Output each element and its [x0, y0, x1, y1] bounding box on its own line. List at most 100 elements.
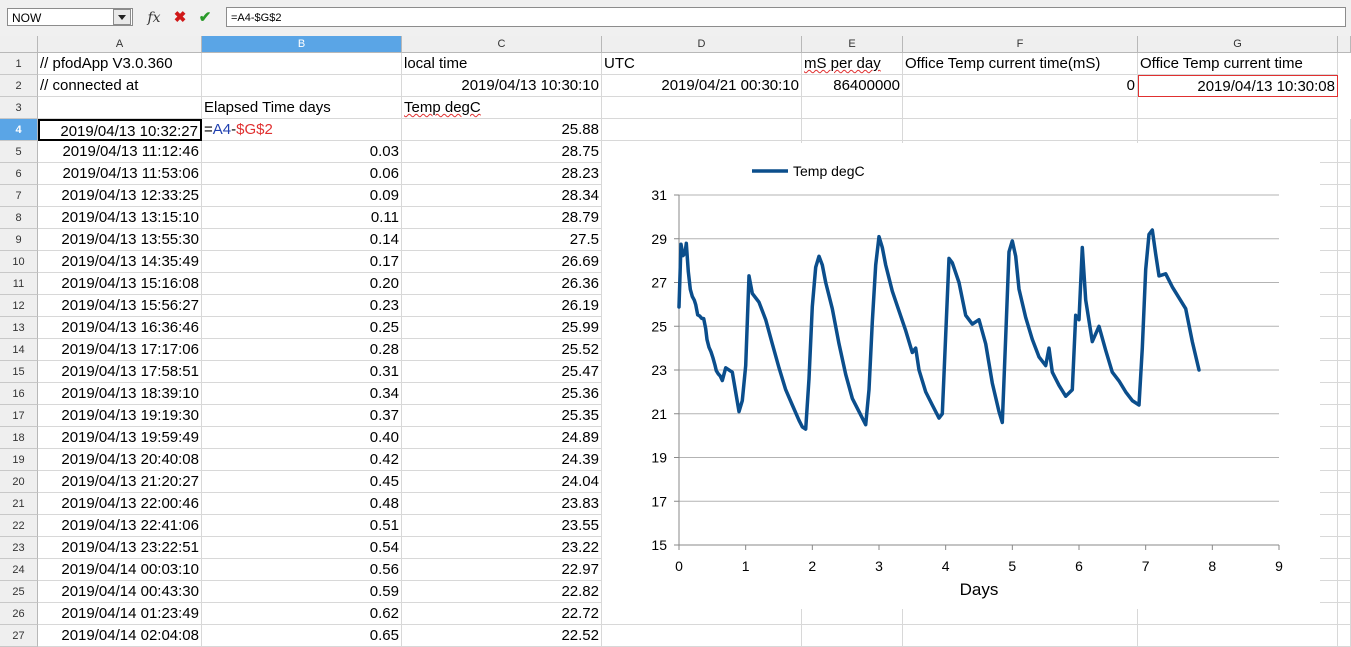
cell-b-elapsed[interactable]: 0.54 [202, 537, 402, 559]
cell-a1[interactable]: // pfodApp V3.0.360 [38, 53, 202, 75]
empty-cell[interactable] [1338, 625, 1351, 647]
cell-a-timestamp[interactable]: 2019/04/14 02:04:08 [38, 625, 202, 647]
empty-cell[interactable] [1338, 295, 1351, 317]
empty-cell[interactable] [1338, 229, 1351, 251]
cell-c-temp[interactable]: 23.55 [402, 515, 602, 537]
empty-cell[interactable] [802, 625, 903, 647]
row-header[interactable]: 9 [0, 229, 38, 251]
cell-c-temp[interactable]: 24.04 [402, 471, 602, 493]
cell-a-timestamp[interactable]: 2019/04/13 10:32:27 [38, 119, 202, 141]
row-header[interactable]: 2 [0, 75, 38, 97]
empty-cell[interactable] [1338, 361, 1351, 383]
row-header[interactable]: 25 [0, 581, 38, 603]
fx-icon[interactable]: fx [144, 8, 164, 28]
cell-b-elapsed[interactable]: 0.14 [202, 229, 402, 251]
cell-a-timestamp[interactable]: 2019/04/13 16:36:46 [38, 317, 202, 339]
column-header-g[interactable]: G [1138, 36, 1338, 53]
empty-cell[interactable] [1338, 119, 1351, 141]
cell-b-elapsed[interactable]: 0.20 [202, 273, 402, 295]
empty-cell[interactable] [802, 119, 903, 141]
row-header[interactable]: 6 [0, 163, 38, 185]
cell-b-elapsed[interactable]: 0.51 [202, 515, 402, 537]
cell-d2[interactable]: 2019/04/21 00:30:10 [602, 75, 802, 97]
cell-c2[interactable]: 2019/04/13 10:30:10 [402, 75, 602, 97]
empty-cell[interactable] [903, 625, 1138, 647]
column-header-a[interactable]: A [38, 36, 202, 53]
cancel-icon[interactable]: ✖ [170, 8, 190, 28]
empty-cell[interactable] [602, 625, 802, 647]
cell-a-timestamp[interactable]: 2019/04/13 11:53:06 [38, 163, 202, 185]
cell-b-elapsed[interactable]: 0.06 [202, 163, 402, 185]
cell-b4-editing[interactable]: =A4-$G$2 [202, 119, 402, 141]
row-header[interactable]: 5 [0, 141, 38, 163]
cell-c-temp[interactable]: 25.35 [402, 405, 602, 427]
cell-e1[interactable]: mS per day [802, 53, 903, 75]
cell-c-temp[interactable]: 25.99 [402, 317, 602, 339]
cell-b-elapsed[interactable]: 0.40 [202, 427, 402, 449]
row-header[interactable]: 11 [0, 273, 38, 295]
column-header-f[interactable]: F [903, 36, 1138, 53]
cell-c-temp[interactable]: 26.36 [402, 273, 602, 295]
select-all-corner[interactable] [0, 36, 38, 53]
cell-g1[interactable]: Office Temp current time [1138, 53, 1338, 75]
cell-c-temp[interactable]: 22.97 [402, 559, 602, 581]
cell-b-elapsed[interactable]: 0.34 [202, 383, 402, 405]
row-header[interactable]: 3 [0, 97, 38, 119]
empty-cell[interactable] [1338, 603, 1351, 625]
cell-c-temp[interactable]: 22.52 [402, 625, 602, 647]
cell-a-timestamp[interactable]: 2019/04/13 22:00:46 [38, 493, 202, 515]
cell-c-temp[interactable]: 22.72 [402, 603, 602, 625]
column-header-c[interactable]: C [402, 36, 602, 53]
empty-cell[interactable] [1338, 559, 1351, 581]
cell-b-elapsed[interactable]: 0.65 [202, 625, 402, 647]
temperature-chart[interactable]: 1517192123252729310 1 2 3 4 5 6 7 8 9DaysTemp deg… [602, 143, 1320, 609]
cell-f1[interactable]: Office Temp current time(mS) [903, 53, 1138, 75]
cell-c-temp[interactable]: 27.5 [402, 229, 602, 251]
empty-cell[interactable] [1338, 405, 1351, 427]
cell-e3[interactable] [802, 97, 903, 119]
cell-b2[interactable] [202, 75, 402, 97]
name-box-dropdown-icon[interactable] [113, 9, 131, 25]
row-header[interactable]: 15 [0, 361, 38, 383]
empty-cell[interactable] [1338, 471, 1351, 493]
empty-cell[interactable] [1138, 119, 1338, 141]
row-header[interactable]: 8 [0, 207, 38, 229]
cell-c1[interactable]: local time [402, 53, 602, 75]
cell-a3[interactable] [38, 97, 202, 119]
empty-cell[interactable] [602, 119, 802, 141]
cell-b-elapsed[interactable]: 0.37 [202, 405, 402, 427]
column-header-h[interactable] [1338, 36, 1351, 53]
cell-b1[interactable] [202, 53, 402, 75]
row-header[interactable]: 14 [0, 339, 38, 361]
cell-a-timestamp[interactable]: 2019/04/14 00:43:30 [38, 581, 202, 603]
cell-b-elapsed[interactable]: 0.59 [202, 581, 402, 603]
empty-cell[interactable] [1338, 207, 1351, 229]
column-header-e[interactable]: E [802, 36, 903, 53]
empty-cell[interactable] [1338, 317, 1351, 339]
cell-b-elapsed[interactable]: 0.31 [202, 361, 402, 383]
cell-c-temp[interactable]: 28.34 [402, 185, 602, 207]
empty-cell[interactable] [1338, 427, 1351, 449]
row-header[interactable]: 21 [0, 493, 38, 515]
cell-e2[interactable]: 86400000 [802, 75, 903, 97]
cell-c-temp[interactable]: 22.82 [402, 581, 602, 603]
cell-b-elapsed[interactable]: 0.25 [202, 317, 402, 339]
row-header[interactable]: 18 [0, 427, 38, 449]
formula-input[interactable]: =A4-$G$2 [226, 7, 1346, 27]
row-header[interactable]: 27 [0, 625, 38, 647]
row-header[interactable]: 17 [0, 405, 38, 427]
cell-b-elapsed[interactable]: 0.56 [202, 559, 402, 581]
row-header[interactable]: 26 [0, 603, 38, 625]
empty-cell[interactable] [903, 119, 1138, 141]
cell-b-elapsed[interactable]: 0.09 [202, 185, 402, 207]
cell-g2[interactable]: 2019/04/13 10:30:08 [1138, 75, 1338, 97]
cell-a-timestamp[interactable]: 2019/04/13 13:15:10 [38, 207, 202, 229]
cell-f2[interactable]: 0 [903, 75, 1138, 97]
row-header[interactable]: 10 [0, 251, 38, 273]
cell-a-timestamp[interactable]: 2019/04/13 20:40:08 [38, 449, 202, 471]
cell-a2[interactable]: // connected at [38, 75, 202, 97]
cell-a-timestamp[interactable]: 2019/04/13 14:35:49 [38, 251, 202, 273]
row-header[interactable]: 7 [0, 185, 38, 207]
cell-c-temp[interactable]: 25.52 [402, 339, 602, 361]
cell-c-temp[interactable]: 25.47 [402, 361, 602, 383]
